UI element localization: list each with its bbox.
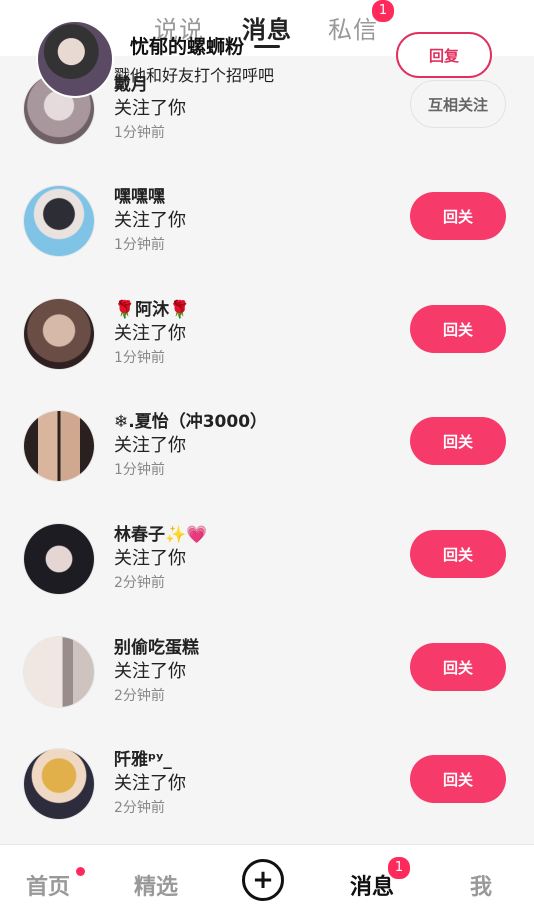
notification-time: 1分钟前: [114, 237, 165, 253]
notification-action: 关注了你: [114, 98, 186, 119]
mutual-follow-button[interactable]: 互相关注: [410, 80, 506, 128]
notification-action: 关注了你: [114, 435, 186, 456]
user-name[interactable]: 嘿嘿嘿: [114, 182, 165, 207]
avatar[interactable]: [24, 186, 94, 256]
list-item[interactable]: 别偷吃蛋糕 关注了你 2分钟前 回关: [0, 619, 534, 731]
follow-back-button[interactable]: 回关: [410, 530, 506, 578]
home-dot-badge: [76, 867, 85, 876]
overlay-subtitle: 戳他和好友打个招呼吧: [114, 66, 275, 85]
user-name[interactable]: 别偷吃蛋糕: [114, 633, 199, 658]
avatar[interactable]: [24, 411, 94, 481]
nav-featured[interactable]: 精选: [134, 869, 178, 901]
nav-me[interactable]: 我: [470, 869, 492, 901]
follow-back-button[interactable]: 回关: [410, 755, 506, 803]
bottom-nav: 首页 精选 + 消息 1 我: [0, 844, 534, 918]
user-name[interactable]: 🌹阿沐🌹: [114, 295, 190, 320]
notification-action: 关注了你: [114, 548, 186, 569]
follow-back-button[interactable]: 回关: [410, 643, 506, 691]
notification-time: 2分钟前: [114, 575, 165, 591]
notification-time: 2分钟前: [114, 800, 165, 816]
list-item[interactable]: ❄.夏怡（冲3000） 关注了你 1分钟前 回关: [0, 393, 534, 505]
notification-time: 1分钟前: [114, 125, 165, 141]
private-messages-badge: 1: [370, 0, 396, 24]
follow-back-button[interactable]: 回关: [410, 305, 506, 353]
overlay-reply-button[interactable]: 回复: [396, 32, 492, 78]
user-name[interactable]: 林春子✨💗: [114, 520, 207, 545]
list-item[interactable]: 阡雅ᵖʸ_ 关注了你 2分钟前 回关: [0, 731, 534, 843]
list-item[interactable]: 林春子✨💗 关注了你 2分钟前 回关: [0, 506, 534, 618]
plus-icon[interactable]: +: [242, 859, 284, 901]
overlay-user-name: 忧郁的螺蛳粉: [130, 36, 245, 58]
notification-time: 1分钟前: [114, 350, 165, 366]
messages-badge: 1: [386, 855, 412, 881]
follow-back-button[interactable]: 回关: [410, 192, 506, 240]
tab-messages[interactable]: 消息: [242, 10, 292, 45]
nav-home[interactable]: 首页: [26, 869, 70, 901]
user-name[interactable]: 阡雅ᵖʸ_: [114, 745, 172, 770]
overlay-avatar[interactable]: [36, 20, 114, 98]
notification-time: 2分钟前: [114, 688, 165, 704]
follow-back-button[interactable]: 回关: [410, 417, 506, 465]
notification-list: 戴月 关注了你 1分钟前 互相关注 嘿嘿嘿 关注了你 1分钟前 回关 🌹阿沐🌹 …: [0, 56, 534, 834]
avatar[interactable]: [24, 524, 94, 594]
notification-action: 关注了你: [114, 210, 186, 231]
notification-action: 关注了你: [114, 661, 186, 682]
avatar[interactable]: [24, 749, 94, 819]
list-item[interactable]: 🌹阿沐🌹 关注了你 1分钟前 回关: [0, 281, 534, 393]
notification-action: 关注了你: [114, 773, 186, 794]
avatar[interactable]: [24, 299, 94, 369]
notification-time: 1分钟前: [114, 462, 165, 478]
active-tab-indicator: [254, 45, 280, 48]
list-item[interactable]: 嘿嘿嘿 关注了你 1分钟前 回关: [0, 168, 534, 280]
avatar[interactable]: [24, 637, 94, 707]
notification-action: 关注了你: [114, 323, 186, 344]
user-name[interactable]: ❄.夏怡（冲3000）: [114, 407, 267, 432]
